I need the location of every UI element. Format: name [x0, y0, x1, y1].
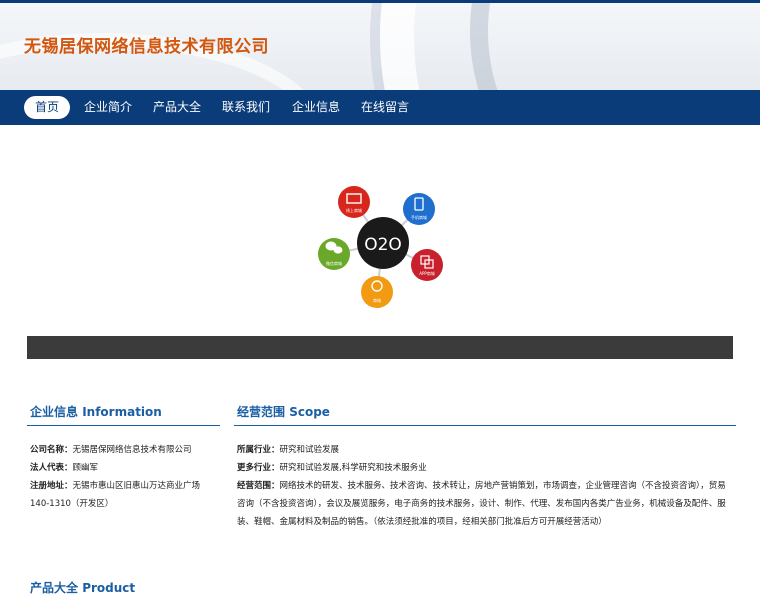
o2o-diagram: O2O 线上商城 手机商城 APP商城 商城 微信商城 — [318, 186, 443, 308]
scope-heading: 经营范围 Scope — [237, 403, 330, 420]
node-app-store: APP商城 — [411, 249, 443, 281]
company-row-label: 公司名称： — [30, 445, 73, 455]
product-heading-cn: 产品大全 — [30, 581, 79, 595]
nav-item-about[interactable]: 企业简介 — [84, 90, 132, 125]
scope-row-label: 经营范围： — [237, 481, 280, 491]
o2o-center-label: O2O — [364, 235, 402, 255]
node-label: 商城 — [373, 297, 381, 303]
nav-item-home[interactable]: 首页 — [24, 96, 71, 119]
node-label: 手机商城 — [411, 214, 427, 220]
main-nav: 首页 企业简介 产品大全 联系我们 企业信息 在线留言 — [0, 90, 760, 125]
node-label: 微信商城 — [326, 260, 342, 266]
company-info-heading-en: Information — [82, 405, 162, 419]
nav-item-contact[interactable]: 联系我们 — [222, 90, 270, 125]
node-label: 线上商城 — [346, 207, 362, 213]
scope-row-value: 网络技术的研发、技术服务、技术咨询、技术转让，房地产营销策划，市场调查，企业管理… — [237, 481, 726, 527]
banner-caption-bar — [27, 336, 733, 359]
nav-item-message[interactable]: 在线留言 — [361, 90, 409, 125]
company-row-value: 顾幽军 — [72, 463, 99, 473]
hero-banner: O2O 线上商城 手机商城 APP商城 商城 微信商城 — [0, 125, 760, 335]
company-info-heading-cn: 企业信息 — [30, 405, 79, 419]
scope-row-label: 所属行业： — [237, 445, 280, 455]
node-online-store: 线上商城 — [338, 186, 370, 218]
scope-divider — [234, 425, 736, 426]
node-wechat-store: 微信商城 — [318, 238, 350, 270]
company-info-divider — [27, 425, 220, 426]
company-row-label: 法人代表： — [30, 463, 73, 473]
scope-row: 所属行业：研究和试验发展 — [237, 441, 733, 459]
company-row: 公司名称：无锡居保网络信息技术有限公司 — [30, 441, 215, 459]
company-info-list: 公司名称：无锡居保网络信息技术有限公司 法人代表：顾幽军 注册地址：无锡市惠山区… — [30, 441, 215, 513]
company-row: 法人代表：顾幽军 — [30, 459, 215, 477]
scope-row: 经营范围：网络技术的研发、技术服务、技术咨询、技术转让，房地产营销策划，市场调查… — [237, 477, 733, 531]
product-heading-en: Product — [82, 581, 136, 595]
node-label: APP商城 — [419, 270, 435, 276]
header-decoration-2 — [470, 3, 760, 90]
company-info-heading: 企业信息 Information — [30, 403, 162, 420]
company-row-label: 注册地址： — [30, 481, 73, 491]
nav-item-products[interactable]: 产品大全 — [153, 90, 201, 125]
company-row-value: 无锡居保网络信息技术有限公司 — [72, 445, 192, 455]
scope-list: 所属行业：研究和试验发展 更多行业：研究和试验发展,科学研究和技术服务业 经营范… — [237, 441, 733, 531]
scope-row: 更多行业：研究和试验发展,科学研究和技术服务业 — [237, 459, 733, 477]
product-heading: 产品大全 Product — [30, 579, 135, 596]
site-header: 无锡居保网络信息技术有限公司 — [0, 3, 760, 90]
scope-row-label: 更多行业： — [237, 463, 280, 473]
scope-heading-cn: 经营范围 — [237, 405, 286, 419]
site-title[interactable]: 无锡居保网络信息技术有限公司 — [24, 32, 269, 57]
nav-item-company-info[interactable]: 企业信息 — [292, 90, 340, 125]
company-row: 注册地址：无锡市惠山区旧惠山万达商业广场140-1310（开发区） — [30, 477, 215, 513]
scope-row-value: 研究和试验发展 — [279, 445, 340, 455]
scope-row-value: 研究和试验发展,科学研究和技术服务业 — [279, 463, 427, 473]
node-mobile-store: 手机商城 — [403, 193, 435, 225]
wechat-icon-bubble — [333, 246, 343, 254]
scope-heading-en: Scope — [289, 405, 330, 419]
node-store: 商城 — [361, 276, 393, 308]
